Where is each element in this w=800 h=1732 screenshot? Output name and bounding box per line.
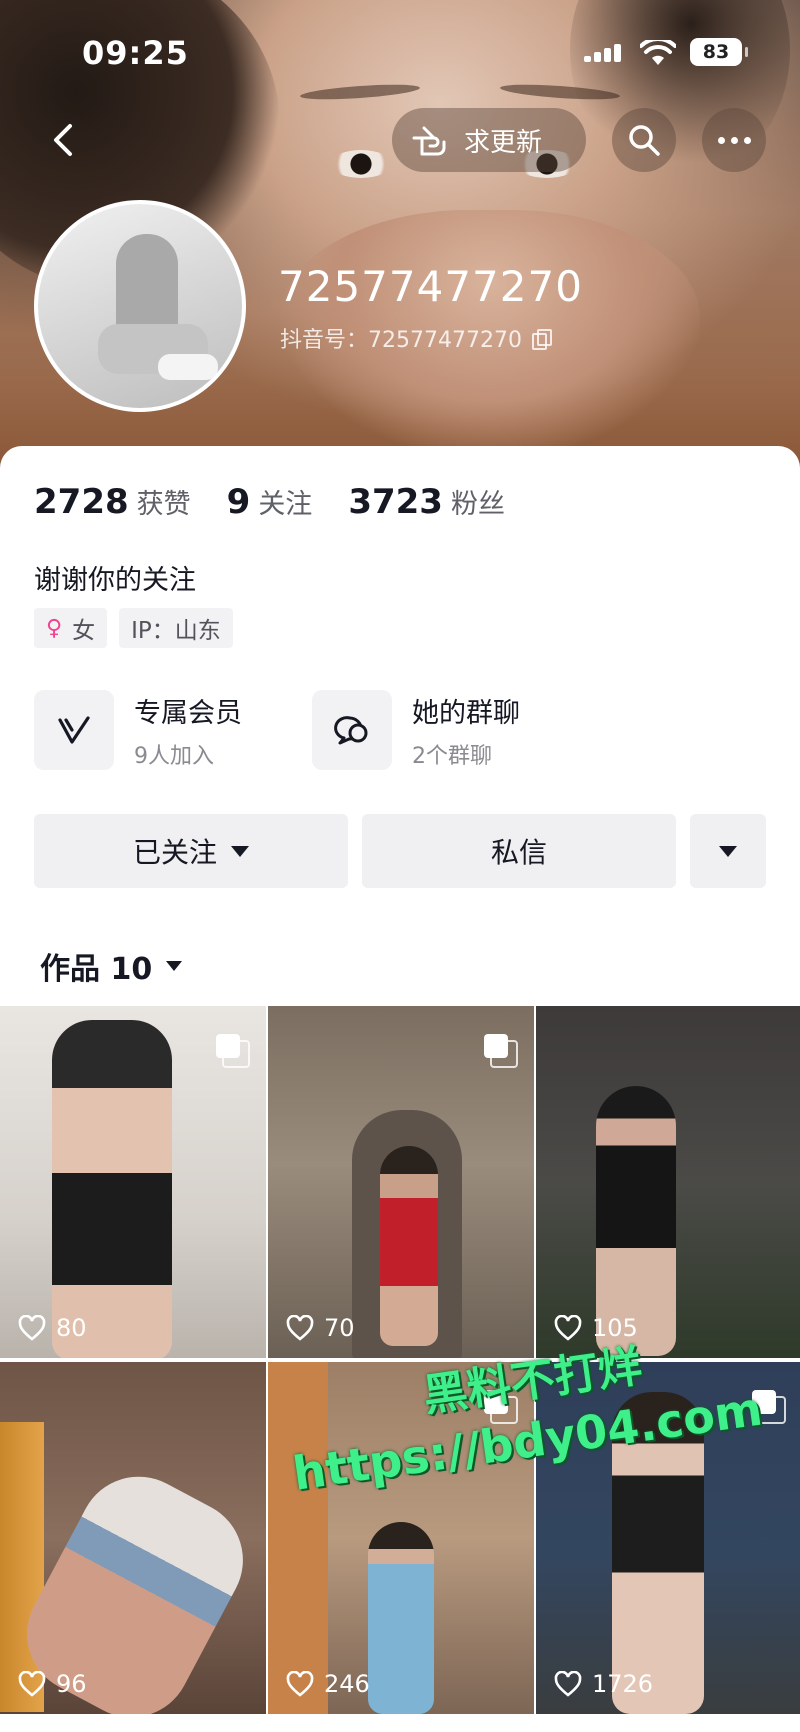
profile-stats: 2728 获赞 9 关注 3723 粉丝 — [34, 482, 541, 522]
like-count: 70 — [286, 1314, 355, 1342]
group-chat-title: 她的群聊 — [412, 697, 520, 729]
works-tab-label: 作品 10 — [40, 952, 153, 987]
back-arrow-icon[interactable] — [42, 118, 86, 162]
pointing-hand-icon — [412, 126, 446, 156]
like-count-value: 80 — [56, 1314, 87, 1342]
exclusive-membership-entry[interactable]: 专属会员 9人加入 — [34, 690, 242, 770]
caret-down-icon — [231, 845, 249, 857]
avatar[interactable] — [34, 200, 246, 412]
search-button[interactable] — [612, 108, 676, 172]
like-count: 96 — [18, 1670, 87, 1698]
like-count-value: 96 — [56, 1670, 87, 1698]
stat-likes-value: 2728 — [34, 482, 129, 522]
stat-following-value: 9 — [226, 482, 251, 522]
following-button[interactable]: 已关注 — [34, 814, 348, 888]
more-options-button[interactable] — [702, 108, 766, 172]
gender-tag: ♀ 女 — [34, 608, 108, 648]
work-thumbnail[interactable]: 96 — [0, 1362, 266, 1714]
group-chat-subtitle: 2个群聊 — [412, 743, 492, 769]
stat-following-label: 关注 — [258, 489, 313, 520]
douyin-id-text: 抖音号：72577477270 — [280, 328, 522, 353]
signal-icon — [584, 44, 626, 62]
membership-title: 专属会员 — [134, 697, 242, 729]
membership-subtitle: 9人加入 — [134, 743, 214, 769]
stat-following[interactable]: 9 关注 — [227, 482, 313, 522]
copy-icon[interactable] — [531, 329, 552, 350]
caret-down-icon — [719, 845, 737, 857]
heart-icon — [554, 1671, 582, 1697]
nickname: 72577477270 — [278, 262, 583, 311]
like-count: 80 — [18, 1314, 87, 1342]
profile-info-panel: 2728 获赞 9 关注 3723 粉丝 谢谢你的关注 ♀ 女 IP：山东 专属… — [0, 446, 800, 1006]
caret-down-icon — [166, 961, 183, 971]
like-count: 1726 — [554, 1670, 653, 1698]
work-thumbnail[interactable]: 70 — [268, 1006, 534, 1358]
multi-image-icon — [216, 1034, 250, 1068]
stat-followers-value: 3723 — [348, 482, 443, 522]
heart-icon — [286, 1671, 314, 1697]
like-count-value: 246 — [324, 1670, 370, 1698]
work-thumbnail[interactable]: 80 — [0, 1006, 266, 1358]
wifi-icon — [640, 40, 676, 65]
work-thumbnail[interactable]: 105 — [536, 1006, 800, 1358]
direct-message-label: 私信 — [490, 836, 547, 869]
like-count-value: 70 — [324, 1314, 355, 1342]
following-label: 已关注 — [132, 836, 217, 869]
female-icon: ♀ — [46, 615, 63, 641]
stat-followers[interactable]: 3723 粉丝 — [348, 482, 505, 522]
request-update-button[interactable]: 求更新 — [392, 108, 586, 172]
profile-tags: ♀ 女 IP：山东 — [34, 608, 245, 648]
douyin-id[interactable]: 抖音号：72577477270 — [280, 322, 552, 354]
works-tab[interactable]: 作品 10 — [40, 944, 183, 988]
heart-icon — [18, 1315, 46, 1341]
gender-label: 女 — [72, 618, 96, 644]
stat-likes-label: 获赞 — [136, 489, 191, 520]
search-icon — [629, 125, 660, 156]
ip-tag: IP：山东 — [119, 608, 233, 648]
like-count-value: 1726 — [592, 1670, 654, 1698]
stat-likes[interactable]: 2728 获赞 — [34, 482, 191, 522]
heart-icon — [18, 1671, 46, 1697]
more-dots-icon — [717, 136, 725, 144]
status-bar: 09:25 83 — [0, 0, 800, 100]
request-update-label: 求更新 — [464, 127, 543, 158]
expand-actions-button[interactable] — [690, 814, 766, 888]
status-time: 09:25 — [82, 34, 189, 72]
direct-message-button[interactable]: 私信 — [362, 814, 676, 888]
heart-icon — [286, 1315, 314, 1341]
multi-image-icon — [484, 1034, 518, 1068]
battery-icon: 83 — [690, 38, 748, 66]
stat-followers-label: 粉丝 — [450, 489, 505, 520]
bio-text: 谢谢你的关注 — [34, 565, 196, 596]
group-chat-entry[interactable]: 她的群聊 2个群聊 — [312, 690, 520, 770]
group-chat-icon — [312, 690, 392, 770]
vip-icon — [34, 690, 114, 770]
like-count: 246 — [286, 1670, 370, 1698]
